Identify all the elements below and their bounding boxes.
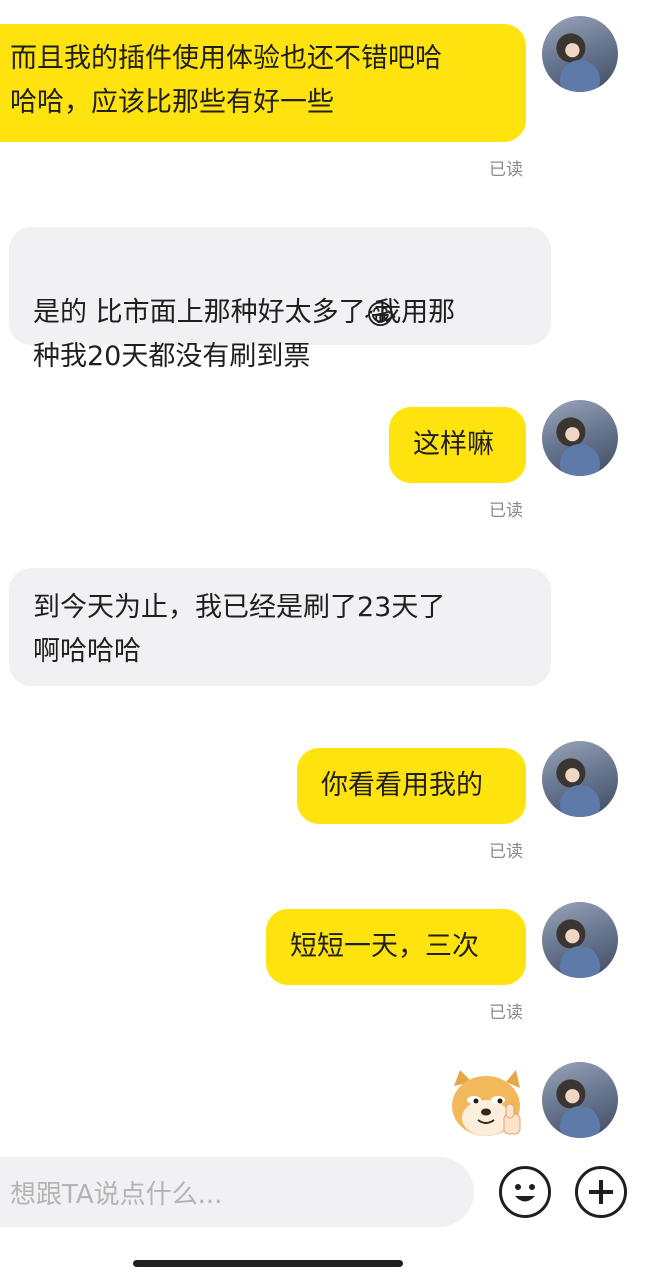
message-bubble-sent[interactable]: 这样嘛 <box>389 407 526 483</box>
read-receipt: 已读 <box>489 160 523 180</box>
message-input[interactable]: 想跟TA说点什么... <box>0 1157 474 1227</box>
add-button[interactable] <box>575 1166 627 1218</box>
home-indicator[interactable] <box>133 1260 403 1267</box>
avatar[interactable] <box>542 1062 618 1138</box>
avatar[interactable] <box>542 741 618 817</box>
smiley-icon <box>515 1184 535 1202</box>
avatar[interactable] <box>542 902 618 978</box>
avatar[interactable] <box>542 16 618 92</box>
read-receipt: 已读 <box>489 501 523 521</box>
message-bubble-sent[interactable]: 而且我的插件使用体验也还不错吧哈 哈哈，应该比那些有好一些 <box>0 24 526 142</box>
message-bubble-sent[interactable]: 短短一天，三次 <box>266 909 526 985</box>
emoji-button[interactable] <box>499 1166 551 1218</box>
plus-icon <box>589 1180 613 1204</box>
avatar[interactable] <box>542 400 618 476</box>
message-bubble-received[interactable]: 到今天为止，我已经是刷了23天了 啊哈哈哈 <box>9 568 551 686</box>
read-receipt: 已读 <box>489 1003 523 1023</box>
message-bubble-received[interactable]: 是的 比市面上那种好太多了 我用那 种我20天都没有刷到票 😂 <box>9 227 551 372</box>
laughing-tears-emoji-icon: 😂 <box>364 298 397 331</box>
doge-thumbs-up-sticker[interactable] <box>446 1068 526 1140</box>
read-receipt: 已读 <box>489 842 523 862</box>
message-input-placeholder: 想跟TA说点什么... <box>10 1180 223 1210</box>
message-bubble-sent[interactable]: 你看看用我的 <box>297 748 526 824</box>
